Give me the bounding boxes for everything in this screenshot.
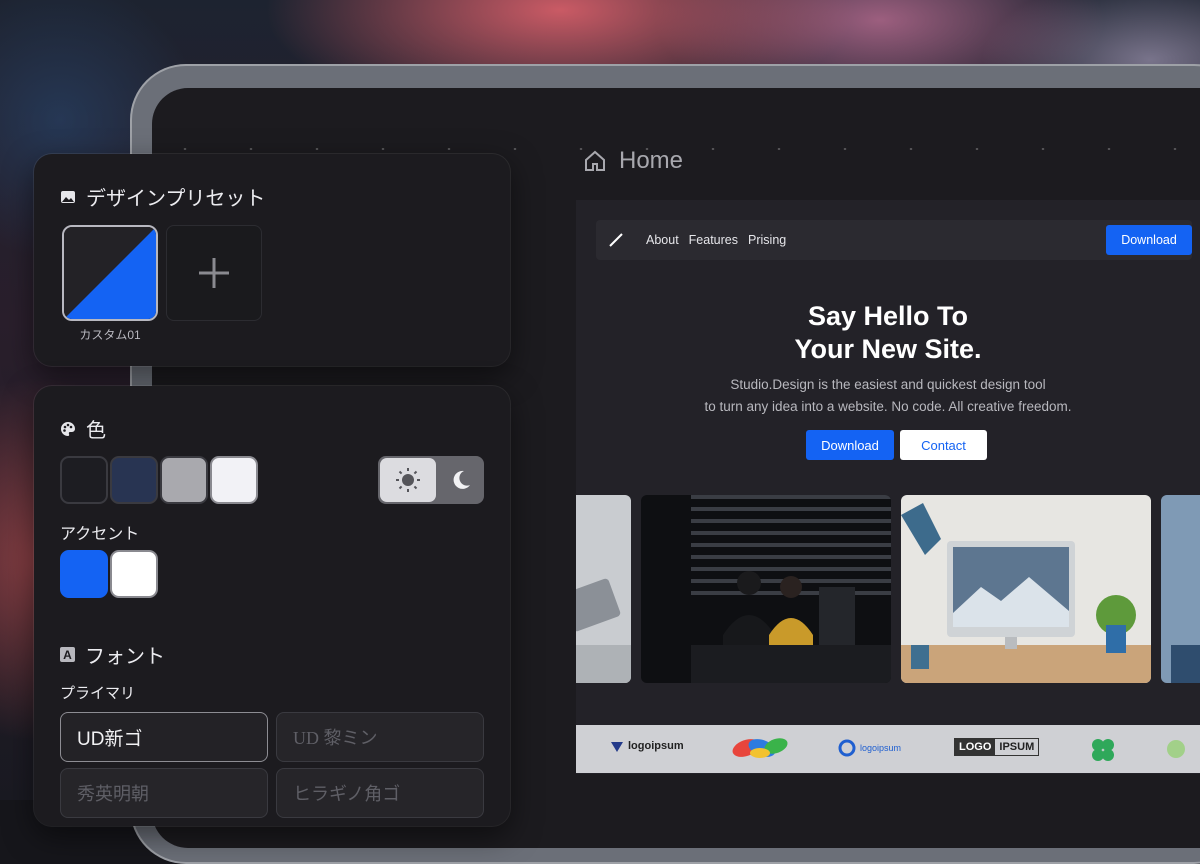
color-swatch-navy[interactable] — [110, 456, 158, 504]
add-preset-button[interactable] — [166, 225, 262, 321]
sun-icon — [396, 468, 420, 492]
design-preset-panel: デザインプリセット カスタム01 — [34, 154, 510, 366]
logo-text-4: IPSUM — [999, 741, 1035, 753]
image-icon — [61, 190, 75, 203]
logo-green-dot-icon — [1166, 739, 1186, 759]
accent-swatch-white[interactable] — [110, 550, 158, 598]
light-mode-button[interactable] — [380, 458, 436, 502]
design-preset-title: デザインプリセット — [86, 188, 266, 210]
hero-subtitle-line-2: to turn any idea into a website. No code… — [704, 399, 1072, 414]
gallery-image-desk-left — [576, 495, 631, 683]
font-header: A フォント — [60, 640, 165, 669]
nav-download-button[interactable]: Download — [1106, 225, 1192, 255]
hero-title: Say Hello To Your New Site. — [576, 300, 1200, 366]
hero-contact-button[interactable]: Contact — [900, 430, 987, 460]
plus-icon — [199, 258, 229, 288]
font-option-hiragino-kakugo[interactable]: ヒラギノ角ゴ — [276, 768, 484, 818]
font-option-ud-reimin[interactable]: UD 黎ミン — [276, 712, 484, 762]
dark-mode-button[interactable] — [438, 458, 484, 502]
hero-subtitle-line-1: Studio.Design is the easiest and quickes… — [730, 377, 1046, 392]
logo-text-1: logoipsum — [628, 740, 684, 752]
site-preview: About Features Prising Download Say Hell… — [576, 200, 1200, 774]
design-preset-header: デザインプリセット — [60, 182, 265, 211]
logoipsum-mark-icon — [611, 742, 623, 752]
color-title: 色 — [86, 420, 106, 442]
logoipsum-circle-icon — [838, 739, 856, 757]
nav-link-prising[interactable]: Prising — [748, 233, 786, 247]
hero-subtitle: Studio.Design is the easiest and quickes… — [576, 374, 1200, 418]
color-swatch-dark[interactable] — [60, 456, 108, 504]
moon-icon — [453, 470, 470, 489]
hero-title-line-1: Say Hello To — [807, 301, 969, 331]
primary-font-label: プライマリ — [60, 685, 136, 702]
nav-link-features[interactable]: Features — [689, 233, 738, 247]
preset-custom01-label: カスタム01 — [79, 328, 141, 342]
nav-link-about[interactable]: About — [646, 233, 679, 247]
font-title: フォント — [85, 646, 165, 668]
preset-custom01-thumbnail[interactable] — [62, 225, 158, 321]
home-icon — [585, 150, 605, 171]
brand-slash-icon[interactable] — [596, 220, 636, 260]
page-title: Home — [619, 147, 684, 174]
logo-logoipsum-2: logoipsum — [838, 739, 901, 757]
color-swatch-gray[interactable] — [160, 456, 208, 504]
font-option-ud-shingo[interactable]: UD新ゴ — [60, 712, 268, 762]
color-header: 色 — [60, 414, 106, 443]
logo-logo-ipsum: LOGO IPSUM — [954, 738, 1040, 756]
logo-strip: logoipsum logoipsum LOGO IPSUM — [576, 725, 1200, 773]
logo-green-flower-icon — [1090, 737, 1116, 763]
theme-toggle[interactable] — [378, 456, 484, 504]
accent-swatch-blue[interactable] — [60, 550, 108, 598]
preview-navbar: About Features Prising Download — [596, 220, 1192, 260]
font-icon: A — [60, 647, 75, 662]
accent-label: アクセント — [60, 526, 140, 543]
logo-text-2: logoipsum — [860, 743, 902, 753]
gallery-image-workspace — [901, 495, 1151, 683]
logo-logoipsum-1: logoipsum — [610, 739, 684, 753]
page-header: Home — [583, 147, 683, 175]
hero-title-line-2: Your New Site. — [794, 334, 982, 364]
hero-download-button[interactable]: Download — [806, 430, 894, 460]
font-option-shuei-mincho[interactable]: 秀英明朝 — [60, 768, 268, 818]
gallery-image-right-edge — [1161, 495, 1200, 683]
color-swatch-white[interactable] — [210, 456, 258, 504]
logo-text-3: LOGO — [955, 739, 996, 755]
logo-colorful-icon — [732, 735, 790, 761]
palette-icon — [61, 421, 75, 436]
style-panel: 色 アクセント A フォント プライマリ UD新ゴ UD 黎ミン 秀英明朝 ヒラ… — [34, 386, 510, 826]
gallery-image-people — [641, 495, 891, 683]
